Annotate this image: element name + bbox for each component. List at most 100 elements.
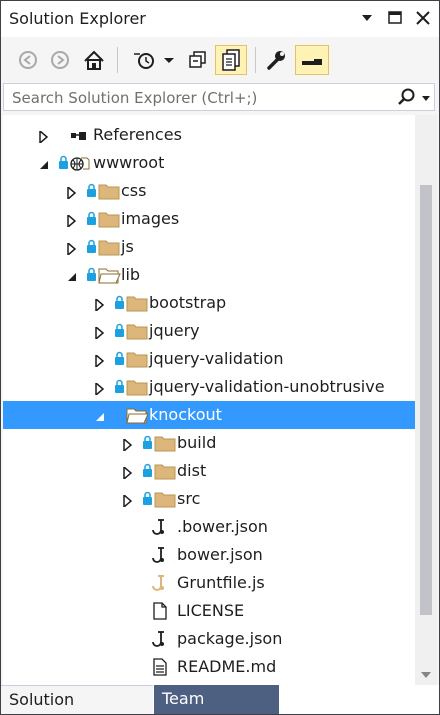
forward-icon[interactable] [47, 45, 73, 75]
tree-item[interactable]: LICENSE [3, 597, 415, 625]
window-title: Solution Explorer [9, 9, 146, 28]
tree-item-label: bootstrap [149, 293, 227, 312]
tree-item[interactable]: bower.json [3, 541, 415, 569]
folder-icon [85, 237, 125, 257]
tree-item-label: src [177, 489, 201, 508]
folder-icon [113, 321, 153, 341]
tree-item-label: Gruntfile.js [177, 573, 265, 592]
expand-arrow-icon[interactable] [67, 185, 77, 201]
tree-item[interactable]: package.json [3, 625, 415, 653]
open-folder-icon [113, 405, 153, 425]
title-bar: Solution Explorer [1, 1, 439, 37]
tree-item-label: build [177, 433, 217, 452]
search-input[interactable] [10, 87, 384, 109]
vertical-scrollbar[interactable] [415, 115, 437, 685]
folder-icon [113, 349, 153, 369]
references-icon [57, 125, 97, 145]
search-icon[interactable] [396, 87, 418, 111]
folder-icon [85, 209, 125, 229]
expand-arrow-icon[interactable] [123, 493, 133, 509]
tree-item-label: css [121, 181, 147, 200]
tree-item[interactable]: jquery [3, 317, 415, 345]
show-all-files-icon[interactable] [215, 45, 247, 75]
dropdown-arrow-icon[interactable] [357, 7, 377, 29]
tree-item[interactable]: jquery-validation-unobtrusive [3, 373, 415, 401]
json-file-icon [141, 629, 181, 649]
toolbar-separator [255, 47, 256, 73]
js-file-icon [141, 573, 181, 593]
json-file-icon [141, 545, 181, 565]
folder-icon [113, 377, 153, 397]
text-file-icon [141, 601, 181, 621]
expand-arrow-icon[interactable] [67, 241, 77, 257]
tree-item[interactable]: .bower.json [3, 513, 415, 541]
tree-item-label: jquery-validation [149, 349, 284, 368]
back-icon[interactable] [15, 45, 41, 75]
tree-item[interactable]: README.md [3, 653, 415, 681]
tree-item-label: bower.json [177, 545, 263, 564]
tree-item-label: wwwroot [93, 153, 165, 172]
pending-changes-icon[interactable] [131, 45, 159, 75]
expand-arrow-icon[interactable] [95, 353, 105, 369]
tree-item-label: dist [177, 461, 207, 480]
toolbar [1, 37, 439, 83]
folder-icon [141, 433, 181, 453]
expand-arrow-icon[interactable] [123, 465, 133, 481]
folder-icon [141, 489, 181, 509]
tree-item[interactable]: jquery-validation [3, 345, 415, 373]
solution-tree: References wwwroot css images js lib bootstrap… [3, 115, 415, 685]
expand-arrow-icon[interactable] [95, 381, 105, 397]
collapse-arrow-icon[interactable] [67, 269, 77, 281]
tree-item[interactable]: lib [3, 261, 415, 289]
tree-item[interactable]: bootstrap [3, 289, 415, 317]
expand-arrow-icon[interactable] [95, 325, 105, 341]
search-box[interactable] [3, 83, 435, 111]
collapse-arrow-icon[interactable] [39, 157, 49, 169]
tree-item-label: images [121, 209, 180, 228]
tree-item-label: package.json [177, 629, 283, 648]
tree-item-label: jquery-validation-unobtrusive [149, 377, 385, 396]
tree-item[interactable]: images [3, 205, 415, 233]
tree-item-label: lib [121, 265, 141, 284]
preview-icon[interactable] [295, 45, 329, 75]
globe-folder-icon [57, 153, 97, 173]
tab-solution-explorer[interactable]: Solution Explorer [1, 685, 153, 714]
tree-item-label: LICENSE [177, 601, 245, 620]
expand-arrow-icon[interactable] [39, 129, 49, 145]
tree-item[interactable]: knockout [3, 401, 415, 429]
toolbar-separator [117, 47, 118, 73]
tree-item[interactable]: References [3, 121, 415, 149]
tree-item[interactable]: js [3, 233, 415, 261]
folder-icon [113, 293, 153, 313]
maximize-icon[interactable] [385, 7, 405, 29]
tree-item[interactable]: build [3, 429, 415, 457]
properties-wrench-icon[interactable] [263, 45, 289, 75]
tree-item-label: .bower.json [177, 517, 268, 536]
close-icon[interactable] [413, 7, 433, 29]
tree-item[interactable]: wwwroot [3, 149, 415, 177]
collapse-arrow-icon[interactable] [95, 409, 105, 421]
expand-arrow-icon[interactable] [67, 213, 77, 229]
tree-item[interactable]: css [3, 177, 415, 205]
tab-team-explorer[interactable]: Team Explorer [154, 685, 279, 714]
tree-item[interactable]: Gruntfile.js [3, 569, 415, 597]
tab-strip: Solution Explorer Team Explorer [1, 685, 439, 714]
scroll-down-icon[interactable] [420, 667, 432, 685]
folder-icon [141, 461, 181, 481]
tree-item-label: knockout [149, 405, 222, 424]
tree-item-label: README.md [177, 657, 277, 676]
tree-item-label: References [93, 125, 182, 144]
search-options-dropdown-icon[interactable] [420, 87, 432, 111]
tree-item-label: jquery [149, 321, 200, 340]
solution-explorer-window: Solution Explorer Search Solution Explor… [0, 0, 440, 715]
markdown-file-icon [141, 657, 181, 677]
expand-arrow-icon[interactable] [123, 437, 133, 453]
collapse-all-icon[interactable] [185, 45, 211, 75]
dropdown-icon[interactable] [161, 45, 177, 75]
scrollbar-thumb[interactable] [420, 185, 432, 615]
tree-item[interactable]: src [3, 485, 415, 513]
expand-arrow-icon[interactable] [95, 297, 105, 313]
open-folder-icon [85, 265, 125, 285]
home-icon[interactable] [81, 45, 107, 75]
tree-item[interactable]: dist [3, 457, 415, 485]
